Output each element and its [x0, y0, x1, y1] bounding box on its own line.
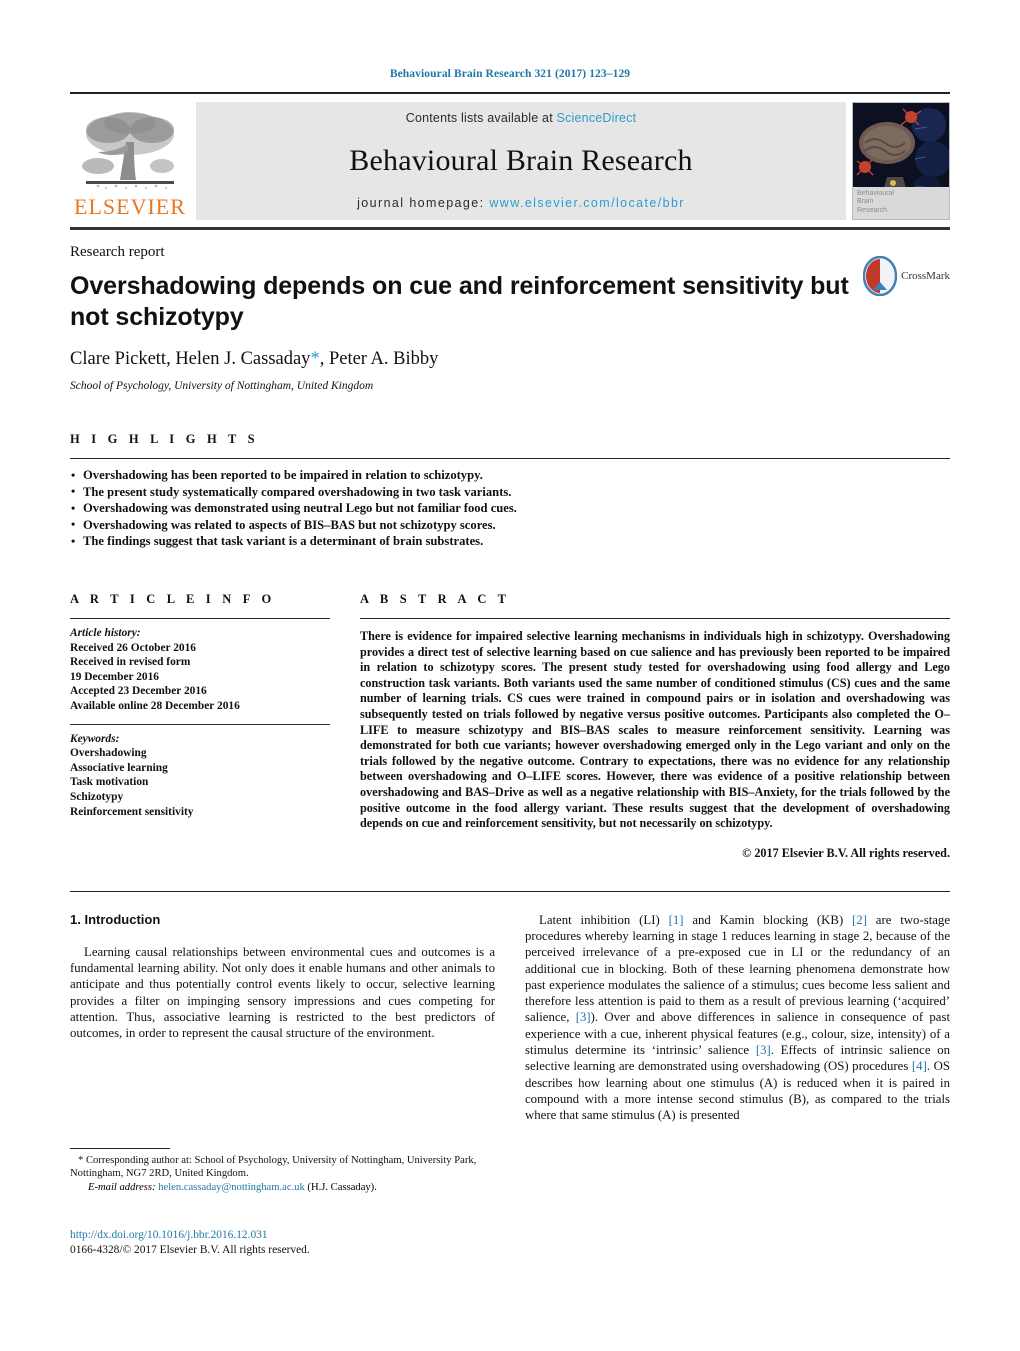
abstract-text: There is evidence for impaired selective… [360, 628, 950, 831]
keywords-group: Keywords: Overshadowing Associative lear… [70, 732, 330, 820]
authors-text-post: , Peter A. Bibby [319, 349, 439, 369]
footnote-star: * [78, 1155, 84, 1166]
cover-caption: Behavioural Brain Research [853, 186, 949, 219]
doi-block: http://dx.doi.org/10.1016/j.bbr.2016.12.… [70, 1228, 310, 1257]
issn-copyright-line: 0166-4328/© 2017 Elsevier B.V. All right… [70, 1243, 310, 1256]
cover-caption-line-3: Research [857, 206, 887, 214]
intro-paragraph-right: Latent inhibition (LI) [1] and Kamin blo… [525, 912, 950, 1124]
cover-caption-line-1: Behavioural [857, 189, 894, 197]
keyword-item: Reinforcement sensitivity [70, 805, 194, 818]
running-head: Behavioural Brain Research 321 (2017) 12… [389, 68, 631, 80]
email-label: E-mail address: [88, 1181, 156, 1193]
crossmark-label: CrossMark [901, 270, 950, 282]
homepage-url-link[interactable]: www.elsevier.com/locate/bbr [489, 196, 685, 210]
elsevier-wordmark: ELSEVIER [74, 194, 186, 219]
keyword-item: Overshadowing [70, 747, 147, 760]
highlights-label: H I G H L I G H T S [70, 432, 259, 446]
sciencedirect-link[interactable]: ScienceDirect [557, 111, 637, 125]
article-info-section: A R T I C L E I N F O Article history: R… [70, 592, 330, 861]
footnote-address: Corresponding author at: School of Psych… [70, 1155, 477, 1180]
corresponding-author-footnote: * Corresponding author at: School of Psy… [70, 1148, 480, 1194]
cover-caption-line-2: Brain [857, 198, 874, 205]
list-item: The findings suggest that task variant i… [70, 533, 950, 550]
list-item: Overshadowing was demonstrated using neu… [70, 500, 950, 517]
homepage-prefix: journal homepage: [357, 196, 490, 210]
article-history-line: Received 26 October 2016 [70, 641, 197, 654]
doi-link[interactable]: http://dx.doi.org/10.1016/j.bbr.2016.12.… [70, 1228, 310, 1243]
crossmark-badge-group[interactable]: CrossMark [862, 255, 950, 297]
article-history-line: Received in revised form [70, 656, 191, 669]
keyword-item: Schizotypy [70, 790, 124, 803]
contents-prefix: Contents lists available at [405, 111, 557, 125]
journal-homepage-line: journal homepage: www.elsevier.com/locat… [357, 196, 685, 210]
citation-ref-1[interactable]: [1] [669, 913, 684, 927]
citation-ref-4[interactable]: [3] [756, 1043, 771, 1057]
author-list: Clare Pickett, Helen J. Cassaday*, Peter… [70, 349, 950, 370]
intro-paragraph-left: Learning causal relationships between en… [70, 944, 495, 1041]
info-abstract-row: A R T I C L E I N F O Article history: R… [70, 592, 950, 861]
citation-ref-5[interactable]: [4] [912, 1059, 927, 1073]
footnote-email-line: E-mail address: helen.cassaday@nottingha… [70, 1181, 480, 1194]
list-item: Overshadowing was related to aspects of … [70, 516, 950, 534]
paper-page: Behavioural Brain Research 321 (2017) 12… [0, 0, 1020, 1351]
article-history-line: Accepted 23 December 2016 [70, 685, 207, 698]
article-type-kicker: Research report [70, 244, 165, 260]
list-item: The present study systematically compare… [70, 483, 950, 501]
body-divider [70, 890, 950, 892]
affiliation: School of Psychology, University of Nott… [70, 380, 374, 392]
abstract-divider [360, 617, 950, 619]
article-info-separator [70, 723, 330, 725]
citation-ref-3[interactable]: [3] [576, 1010, 591, 1024]
authors-text-pre: Clare Pickett, Helen J. Cassaday [70, 349, 311, 369]
section-heading-introduction: 1. Introduction [70, 911, 161, 927]
journal-masthead: ELSEVIER Contents lists available at Sci… [70, 92, 950, 220]
body-columns: 1. Introduction Learning causal relation… [70, 912, 950, 1124]
highlights-section: H I G H L I G H T S Overshadowing has be… [70, 432, 950, 550]
journal-cover-thumbnail: Behavioural Brain Research [852, 102, 950, 220]
footnote-rule [70, 1148, 170, 1149]
highlights-list: Overshadowing has been reported to be im… [70, 467, 950, 550]
elsevier-tree-icon [78, 108, 182, 196]
keyword-item: Task motivation [70, 776, 149, 789]
list-item: Overshadowing has been reported to be im… [70, 467, 950, 484]
page-title: Overshadowing depends on cue and reinfor… [70, 272, 849, 331]
abstract-section: A B S T R A C T There is evidence for im… [330, 592, 950, 861]
article-history-heading: Article history: [70, 626, 141, 639]
body-column-left: 1. Introduction Learning causal relation… [70, 912, 495, 1124]
citation-ref-2[interactable]: [2] [852, 913, 867, 927]
article-info-label: A R T I C L E I N F O [70, 591, 276, 606]
elsevier-logo: ELSEVIER [70, 102, 190, 220]
article-history-line: 19 December 2016 [70, 670, 159, 683]
journal-title: Behavioural Brain Research [349, 143, 693, 177]
intro-right-text-2: and Kamin blocking (KB) [683, 912, 853, 927]
copyright-line: © 2017 Elsevier B.V. All rights reserved… [742, 845, 950, 860]
article-history-line: Available online 28 December 2016 [70, 699, 240, 712]
crossmark-icon [862, 255, 898, 297]
email-suffix: (H.J. Cassaday). [304, 1181, 377, 1193]
intro-right-text-1: Latent inhibition (LI) [539, 912, 669, 927]
keywords-heading: Keywords: [70, 732, 120, 745]
article-header: Research report Overshadowing depends on… [70, 230, 950, 392]
keyword-item: Associative learning [70, 761, 168, 774]
highlights-divider [70, 458, 950, 459]
journal-band: Contents lists available at ScienceDirec… [196, 102, 846, 220]
article-history-group: Article history: Received 26 October 201… [70, 626, 330, 714]
intro-right-text-3: are two-stage procedures whereby learnin… [525, 912, 951, 1025]
footnote-text: * Corresponding author at: School of Psy… [70, 1154, 480, 1181]
abstract-label: A B S T R A C T [360, 591, 511, 606]
article-info-divider [70, 617, 330, 619]
email-link[interactable]: helen.cassaday@nottingham.ac.uk [158, 1182, 305, 1193]
corresponding-author-marker[interactable]: * [310, 349, 319, 369]
body-column-right: Latent inhibition (LI) [1] and Kamin blo… [525, 912, 950, 1124]
contents-available-line: Contents lists available at ScienceDirec… [406, 111, 637, 125]
